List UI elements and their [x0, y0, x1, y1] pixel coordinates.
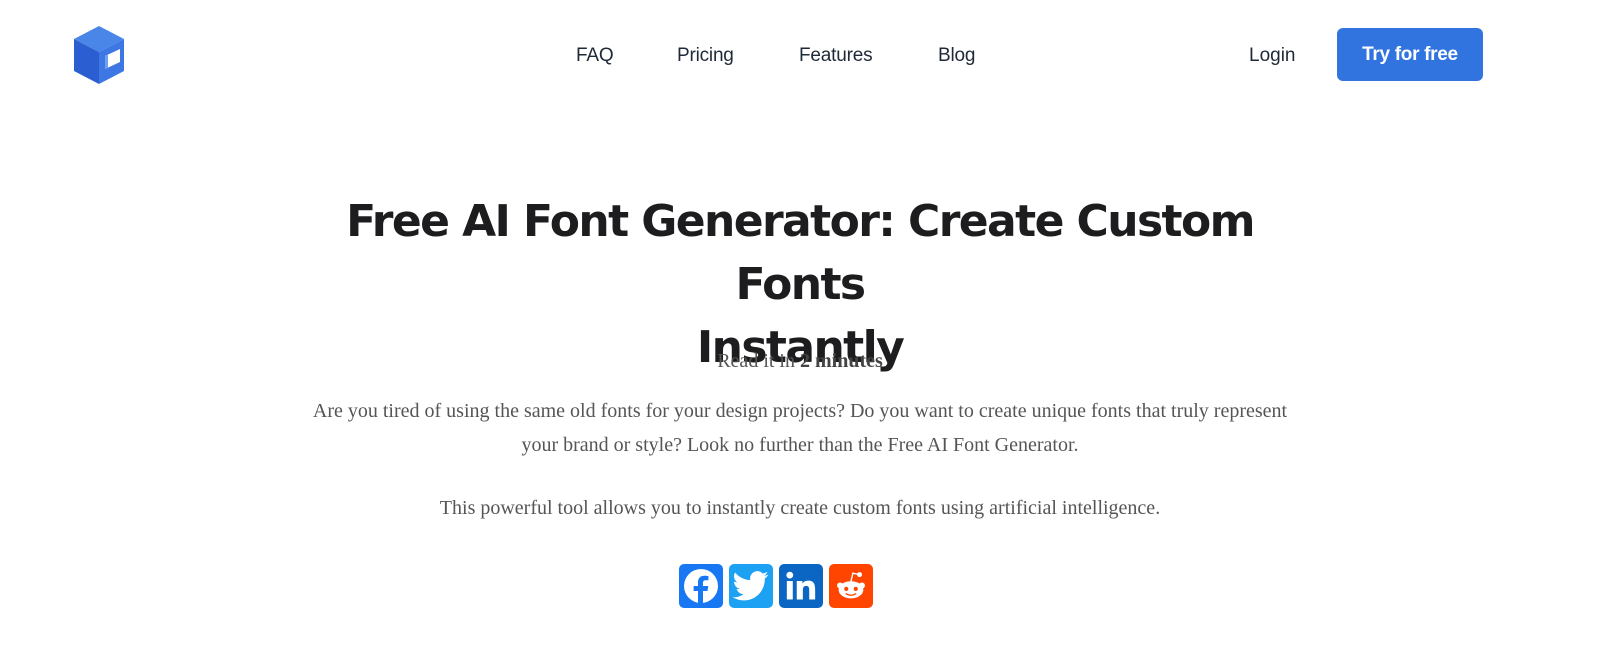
- login-link[interactable]: Login: [1249, 42, 1296, 70]
- intro-paragraph: Are you tired of using the same old font…: [0, 394, 1600, 462]
- intro-paragraph-text: Are you tired of using the same old font…: [312, 400, 1288, 456]
- twitter-share-button[interactable]: [729, 564, 773, 608]
- nav-pricing[interactable]: Pricing: [677, 42, 734, 70]
- read-time: Read it in 2 minutes: [0, 350, 1600, 373]
- tool-paragraph: This powerful tool allows you to instant…: [439, 497, 1161, 519]
- read-time-value: 2 minutes: [799, 350, 883, 372]
- linkedin-share-button[interactable]: [779, 564, 823, 608]
- read-time-prefix: Read it in: [717, 350, 800, 372]
- try-for-free-button[interactable]: Try for free: [1337, 28, 1483, 81]
- facebook-icon: [684, 569, 718, 603]
- nav-blog[interactable]: Blog: [938, 42, 975, 70]
- nav-faq[interactable]: FAQ: [576, 42, 614, 70]
- reddit-icon: [837, 572, 865, 599]
- nav-features[interactable]: Features: [799, 42, 873, 70]
- social-share-bar: [679, 564, 873, 608]
- site-header: FAQ Pricing Features Blog Login Try for …: [0, 0, 1600, 110]
- facebook-share-button[interactable]: [679, 564, 723, 608]
- title-line-1: Free AI Font Generator: Create Custom Fo…: [346, 196, 1255, 310]
- linkedin-icon: [786, 571, 816, 600]
- reddit-share-button[interactable]: [829, 564, 873, 608]
- twitter-icon: [733, 571, 769, 601]
